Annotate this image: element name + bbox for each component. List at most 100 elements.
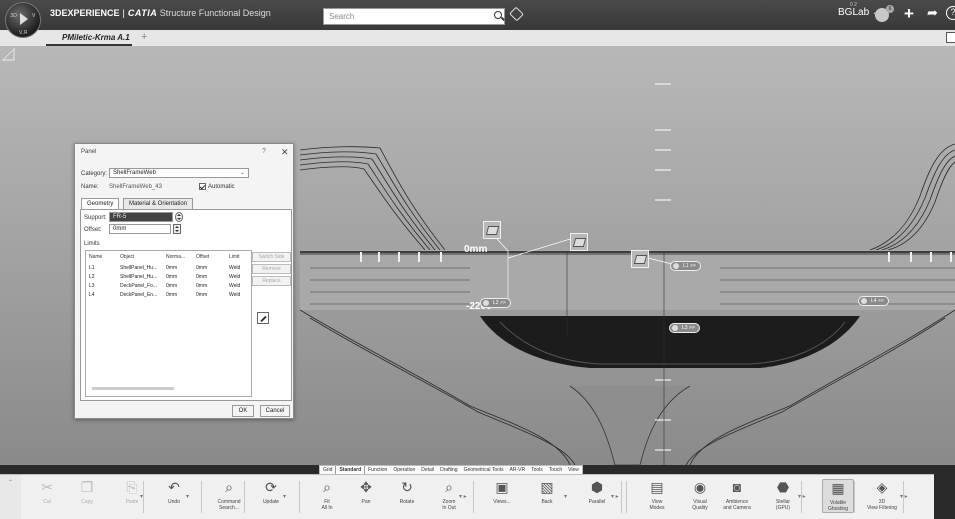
chevron-down-icon[interactable]: ▾ [283,493,286,500]
chevron-down-icon[interactable]: ▾ ▸ [459,493,467,500]
offset-field[interactable]: 0mm [109,224,171,234]
chevron-down-icon[interactable]: ▾ [564,493,567,500]
tool-label: Views... [493,499,511,505]
action-tab-tools[interactable]: Tools [528,466,546,474]
cell-normal: 0mm [166,283,178,289]
limit-callout-l4[interactable]: L4 >> [858,296,889,306]
back-view-button[interactable]: ▧ Back [531,479,563,505]
copy-icon: ❐ [80,479,94,495]
cell-object: DeckPanel_Fo... [120,283,157,289]
cell-name: L1 [89,265,95,271]
action-tab-detail[interactable]: Detail [418,466,437,474]
visual-quality-button[interactable]: ◉ Visual Quality [684,479,716,511]
action-tab-ar-vr[interactable]: AR-VR [507,466,529,474]
search-input[interactable]: Search [323,8,505,25]
zoom-icon: ⌕ [445,479,453,495]
parallel-button[interactable]: ⬢ Parallel [581,479,613,505]
action-tab-view[interactable]: View [565,466,582,474]
action-tab-touch[interactable]: Touch [546,466,565,474]
chevron-down-icon[interactable]: ▾ [186,493,189,500]
offset-stepper[interactable] [173,224,181,234]
dialog-titlebar[interactable]: Panel ? ✕ [75,144,293,160]
stellar-button[interactable]: ⬣ Stellar (GPU) [767,479,799,511]
manipulator-cube[interactable] [570,233,588,251]
action-bar-end [934,474,955,519]
tab-document[interactable]: PMiletic-Krma A.1 [46,30,132,46]
remove-button[interactable]: Remove [252,264,291,274]
view-modes-button[interactable]: ▤ View Modes [641,479,673,511]
views-button[interactable]: ▣ Views... [486,479,518,505]
category-label: Category: [81,171,108,177]
chevron-down-icon[interactable]: ▾ ▸ [611,493,619,500]
replace-button[interactable]: Replace [252,276,291,286]
tab-material-orientation[interactable]: Material & Orientation [123,198,194,209]
rotate-button[interactable]: ↻ Rotate [391,479,423,505]
view-filtering-icon: ◈ [876,479,888,495]
ok-button[interactable]: OK [232,405,254,417]
edit-icon[interactable] [257,312,269,324]
cell-offset: 0mm [196,274,208,280]
expand-icon[interactable] [946,32,955,43]
cell-limit: Weld [229,265,241,271]
scissors-button[interactable]: ✂ Cut [31,479,63,505]
tool-label: Ambience and Camera [723,499,751,511]
action-tab-geometrical-tools[interactable]: Geometrical Tools [461,466,507,474]
help-button[interactable]: ? [262,148,266,155]
add-tab-icon[interactable]: + [141,31,147,43]
user-menu[interactable]: BGLab ⌄ [838,7,880,18]
chevron-down-icon[interactable]: ⌄ [240,169,245,176]
command-search-button[interactable]: ⌕ Command Search... [213,479,245,511]
help-icon[interactable]: ? [946,6,955,20]
cell-limit: Weld [229,292,241,298]
compass-label-3d: 3D [10,13,18,19]
plus-icon[interactable]: + [904,5,914,22]
limit-callout-l2[interactable]: L2 >> [480,298,511,308]
manipulator-cube[interactable] [631,250,649,268]
manipulator-cube[interactable] [483,221,501,239]
column-header-normal[interactable]: Norma... [166,254,185,260]
chevron-down-icon[interactable]: ▾ ▸ [798,493,806,500]
action-tab-function[interactable]: Function [365,466,390,474]
support-field[interactable]: FR-5 [109,212,173,222]
support-picker-icon[interactable] [175,212,183,222]
compass-icon[interactable]: 3D V V,R [5,2,41,38]
pan-button[interactable]: ✥ Pan [350,479,382,505]
automatic-checkbox[interactable]: Automatic [199,183,235,190]
share-icon[interactable]: ➦ [927,6,938,20]
action-tab-grid[interactable]: Grid [320,466,335,474]
tool-label: Visual Quality [692,499,708,511]
undo-button[interactable]: ↶ Undo [158,479,190,505]
fit-all-button[interactable]: ⌕ Fit All In [311,479,343,511]
action-tab-operation[interactable]: Operation [390,466,418,474]
search-icon[interactable] [494,11,502,19]
tool-label: Command Search... [217,499,241,511]
column-header-object[interactable]: Object [120,254,134,260]
column-header-offset[interactable]: Offset [196,254,209,260]
column-header-name[interactable]: Name [89,254,102,260]
copy-button[interactable]: ❐ Copy [71,479,103,505]
chevron-down-icon[interactable]: ▾ ▸ [900,493,908,500]
rotate-icon: ↻ [401,479,413,495]
action-bar-collapse[interactable]: ⌃ [0,474,21,519]
switch-side-button[interactable]: Switch Side [252,252,291,262]
chevron-down-icon[interactable]: ▾ [140,493,143,500]
column-header-limit[interactable]: Limit [229,254,240,260]
update-button[interactable]: ⟳ Update [255,479,287,505]
brand-catia: CATIA [127,8,158,18]
volatile-ghosting-button[interactable]: ▦ Volatile Ghosting [822,479,854,513]
horizontal-scrollbar[interactable] [92,387,174,390]
chevron-up-icon: ⌃ [8,480,14,486]
automatic-label: Automatic [208,184,235,191]
ambience-button[interactable]: ◙ Ambience and Camera [721,479,753,511]
close-button[interactable]: ✕ [281,147,289,158]
limit-callout-l3[interactable]: L3 >> [669,323,700,333]
volatile-ghosting-icon: ▦ [831,480,845,496]
view-filtering-button[interactable]: ◈ 3D View Filtering [866,479,898,511]
tag-icon[interactable] [509,6,524,22]
category-select[interactable]: ShellFrameWeb [109,168,249,178]
limit-callout-l1[interactable]: L1 >> [670,261,701,271]
cancel-button[interactable]: Cancel [260,405,290,417]
action-tab-drafting[interactable]: Drafting [437,466,461,474]
action-tab-standard[interactable]: Standard [335,466,366,474]
cell-offset: 0mm [196,292,208,298]
